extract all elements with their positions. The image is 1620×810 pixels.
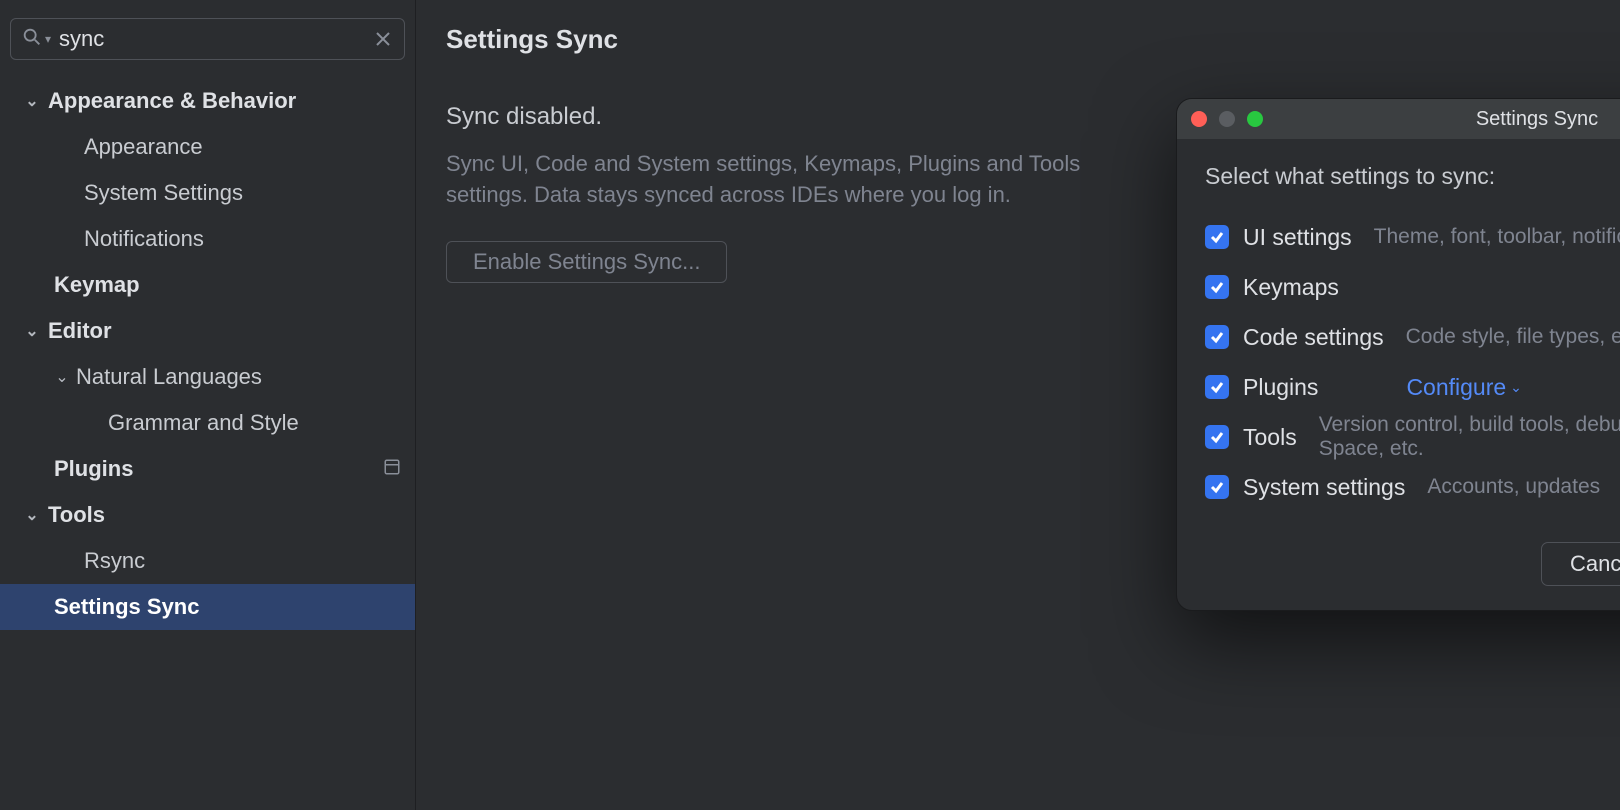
sidebar-item-settings-sync[interactable]: Settings Sync (0, 584, 415, 630)
clear-search-icon[interactable] (372, 28, 394, 50)
dialog-title: Settings Sync (1476, 108, 1598, 131)
chevron-down-icon: ⌄ (22, 505, 42, 525)
checkbox-code-settings[interactable] (1205, 325, 1229, 349)
sync-option-tools: Tools Version control, build tools, debu… (1205, 412, 1620, 462)
app-root: ▾ ⌄ Appearance & Behavior Appearance Sys… (0, 0, 1620, 810)
chevron-down-icon: ⌄ (22, 91, 42, 111)
search-wrap: ▾ (0, 0, 415, 70)
option-hint: Code style, file types, etc. (1406, 325, 1620, 349)
chevron-down-icon: ⌄ (22, 321, 42, 341)
sidebar-item-label: Appearance (84, 134, 401, 160)
sidebar-item-label: Natural Languages (76, 364, 401, 390)
dialog-heading: Select what settings to sync: (1205, 163, 1620, 190)
sidebar-item-label: Notifications (84, 226, 401, 252)
sidebar-item-label: Settings Sync (54, 594, 401, 620)
checkbox-tools[interactable] (1205, 425, 1229, 449)
settings-sidebar: ▾ ⌄ Appearance & Behavior Appearance Sys… (0, 0, 416, 810)
sidebar-item-system-settings[interactable]: System Settings (0, 170, 415, 216)
sidebar-item-keymap[interactable]: Keymap (0, 262, 415, 308)
option-label: System settings (1243, 474, 1405, 501)
search-input[interactable] (51, 26, 372, 52)
sync-option-keymaps: Keymaps (1205, 262, 1620, 312)
option-label: UI settings (1243, 224, 1352, 251)
configure-link-plugins[interactable]: Configure ⌄ (1406, 374, 1521, 401)
sidebar-item-label: System Settings (84, 180, 401, 206)
sidebar-item-label: Tools (48, 502, 401, 528)
option-hint: Theme, font, toolbar, notifications, etc… (1374, 225, 1620, 249)
sidebar-item-appearance[interactable]: Appearance (0, 124, 415, 170)
search-icon (21, 26, 43, 53)
cancel-button[interactable]: Cancel (1541, 542, 1620, 586)
sidebar-item-natural-languages[interactable]: ⌄ Natural Languages (0, 354, 415, 400)
option-label: Code settings (1243, 324, 1384, 351)
sidebar-item-label: Grammar and Style (108, 410, 401, 436)
sidebar-item-rsync[interactable]: Rsync (0, 538, 415, 584)
dialog-body: Select what settings to sync: UI setting… (1177, 139, 1620, 530)
sidebar-item-label: Rsync (84, 548, 401, 574)
sync-description: Sync UI, Code and System settings, Keyma… (446, 149, 1126, 211)
sidebar-item-label: Keymap (54, 272, 401, 298)
sidebar-item-label: Appearance & Behavior (48, 88, 401, 114)
checkbox-system-settings[interactable] (1205, 475, 1229, 499)
settings-tree: ⌄ Appearance & Behavior Appearance Syste… (0, 70, 415, 810)
zoom-window-icon[interactable] (1247, 111, 1263, 127)
chevron-down-icon: ⌄ (52, 367, 72, 387)
settings-sync-dialog: Settings Sync Select what settings to sy… (1176, 98, 1620, 611)
option-label: Plugins (1243, 374, 1318, 401)
option-label: Keymaps (1243, 274, 1339, 301)
sync-option-plugins: Plugins Configure ⌄ (1205, 362, 1620, 412)
settings-main: Settings Sync Sync disabled. Sync UI, Co… (416, 0, 1620, 810)
checkbox-plugins[interactable] (1205, 375, 1229, 399)
sync-option-code-settings: Code settings Code style, file types, et… (1205, 312, 1620, 362)
project-level-icon (383, 456, 401, 482)
minimize-window-icon[interactable] (1219, 111, 1235, 127)
checkbox-ui-settings[interactable] (1205, 225, 1229, 249)
option-hint: Version control, build tools, debugger, … (1319, 413, 1620, 461)
close-window-icon[interactable] (1191, 111, 1207, 127)
chevron-down-icon: ⌄ (1510, 379, 1522, 396)
sidebar-item-grammar-style[interactable]: Grammar and Style (0, 400, 415, 446)
sidebar-item-label: Plugins (54, 456, 383, 482)
dialog-footer: Cancel Enable Sync (1177, 530, 1620, 610)
sidebar-item-label: Editor (48, 318, 401, 344)
sidebar-item-notifications[interactable]: Notifications (0, 216, 415, 262)
enable-settings-sync-button[interactable]: Enable Settings Sync... (446, 241, 727, 283)
sync-option-ui-settings: UI settings Theme, font, toolbar, notifi… (1205, 212, 1620, 262)
sidebar-item-tools[interactable]: ⌄ Tools (0, 492, 415, 538)
option-label: Tools (1243, 424, 1297, 451)
option-hint: Accounts, updates (1427, 475, 1600, 499)
sync-option-system-settings: System settings Accounts, updates (1205, 462, 1620, 512)
sidebar-item-editor[interactable]: ⌄ Editor (0, 308, 415, 354)
checkbox-keymaps[interactable] (1205, 275, 1229, 299)
search-box[interactable]: ▾ (10, 18, 405, 60)
page-title: Settings Sync (446, 24, 1590, 55)
window-controls (1191, 111, 1263, 127)
sidebar-item-plugins[interactable]: Plugins (0, 446, 415, 492)
dialog-titlebar: Settings Sync (1177, 99, 1620, 139)
sidebar-item-appearance-behavior[interactable]: ⌄ Appearance & Behavior (0, 78, 415, 124)
